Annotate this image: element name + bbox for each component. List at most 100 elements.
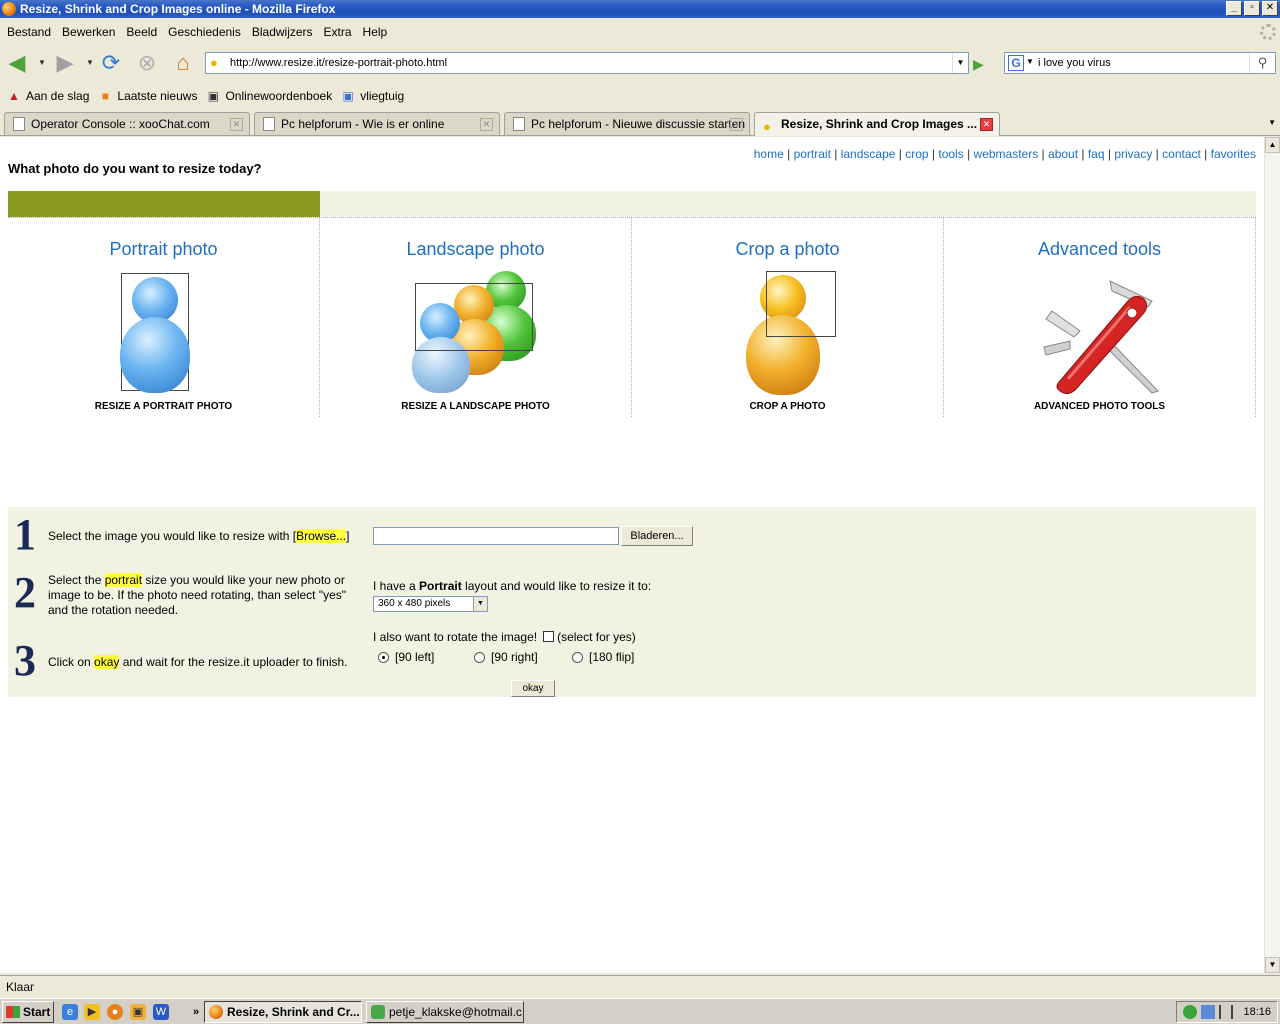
chevron-down-icon[interactable]: ▼ (473, 597, 487, 611)
menu-geschiedenis[interactable]: Geschiedenis (165, 25, 249, 39)
forward-history-dropdown-icon[interactable]: ▼ (86, 58, 94, 67)
internet-explorer-icon[interactable]: e (62, 1004, 78, 1020)
file-path-input[interactable] (373, 527, 619, 545)
taskbar-item-messenger[interactable]: petje_klakske@hotmail.c... (366, 1001, 524, 1023)
bookmark-aan-de-slag[interactable]: ▲ Aan de slag (6, 89, 89, 103)
category-portrait[interactable]: Portrait photo RESIZE A PORTRAIT PHOTO (8, 217, 320, 417)
link-faq[interactable]: faq (1088, 147, 1105, 161)
link-privacy[interactable]: privacy (1114, 147, 1152, 161)
link-tools[interactable]: tools (938, 147, 963, 161)
category-portrait-caption[interactable]: RESIZE A PORTRAIT PHOTO (8, 401, 319, 412)
category-crop[interactable]: Crop a photo CROP A PHOTO (632, 217, 944, 417)
link-crop[interactable]: crop (905, 147, 928, 161)
rotate-label: I also want to rotate the image! (select … (373, 630, 636, 644)
status-text: Klaar (6, 980, 35, 994)
category-landscape-title[interactable]: Landscape photo (320, 239, 631, 260)
portrait-person-icon[interactable] (8, 271, 319, 399)
home-icon[interactable]: ⌂ (170, 50, 196, 76)
tab-pc-helpforum-discussie[interactable]: Pc helpforum - Nieuwe discussie starten … (504, 112, 750, 135)
menu-bladwijzers[interactable]: Bladwijzers (249, 25, 321, 39)
scroll-down-icon[interactable]: ▼ (1265, 957, 1280, 973)
address-dropdown-icon[interactable]: ▼ (952, 53, 968, 73)
google-engine-icon[interactable]: G (1008, 55, 1024, 71)
category-advanced-tools-title[interactable]: Advanced tools (944, 239, 1255, 260)
tab-bar: Operator Console :: xooChat.com ✕ Pc hel… (0, 110, 1280, 136)
network-tray-icon[interactable] (1201, 1005, 1215, 1019)
address-url[interactable]: http://www.resize.it/resize-portrait-pho… (230, 53, 447, 73)
scroll-up-icon[interactable]: ▲ (1265, 137, 1280, 153)
close-button[interactable]: ✕ (1262, 1, 1278, 16)
restore-button[interactable]: ▫ (1244, 1, 1260, 16)
search-input[interactable]: i love you virus (1038, 53, 1111, 73)
menu-bewerken[interactable]: Bewerken (59, 25, 123, 39)
go-arrow-icon[interactable]: ▶ (973, 56, 984, 73)
okay-button[interactable]: okay (511, 680, 555, 697)
link-landscape[interactable]: landscape (841, 147, 896, 161)
category-crop-title[interactable]: Crop a photo (632, 239, 943, 260)
link-favorites[interactable]: favorites (1211, 147, 1256, 161)
calendar-quicklaunch-icon[interactable]: ▣ (130, 1004, 146, 1020)
link-portrait[interactable]: portrait (794, 147, 831, 161)
radio-180-flip[interactable]: [180 flip] (572, 650, 634, 664)
selected-category-indicator (8, 191, 320, 217)
tab-close-icon[interactable]: ✕ (980, 118, 993, 131)
link-about[interactable]: about (1048, 147, 1078, 161)
search-magnifier-icon[interactable]: ⚲ (1249, 53, 1275, 73)
bookmark-vliegtuig[interactable]: ▣ vliegtuig (340, 89, 405, 103)
stop-icon[interactable]: ⊗ (134, 50, 160, 76)
bookmark-laatste-nieuws[interactable]: ■ Laatste nieuws (97, 89, 198, 103)
tab-pc-helpforum-online[interactable]: Pc helpforum - Wie is er online ✕ (254, 112, 500, 135)
word-icon[interactable]: W (153, 1004, 169, 1020)
category-landscape[interactable]: Landscape photo RESIZE A LANDSCAPE PHOTO (320, 217, 632, 417)
link-webmasters[interactable]: webmasters (974, 147, 1039, 161)
tab-operator-console[interactable]: Operator Console :: xooChat.com ✕ (4, 112, 250, 135)
search-engine-dropdown-icon[interactable]: ▼ (1026, 57, 1034, 66)
category-advanced-tools-caption[interactable]: ADVANCED PHOTO TOOLS (944, 401, 1255, 412)
size-select[interactable]: 360 x 480 pixels ▼ (373, 596, 488, 612)
menu-extra[interactable]: Extra (321, 25, 360, 39)
forward-arrow-icon[interactable]: ▶ (52, 50, 78, 76)
radio-button-selected[interactable] (378, 651, 389, 663)
vertical-scrollbar[interactable]: ▲ ▼ (1264, 137, 1280, 973)
rotate-checkbox[interactable] (543, 631, 555, 642)
back-arrow-icon[interactable]: ◀ (4, 50, 30, 76)
tab-resize-active[interactable]: ● Resize, Shrink and Crop Images ... ✕ (754, 112, 1000, 136)
link-contact[interactable]: contact (1162, 147, 1201, 161)
address-bar[interactable]: ● http://www.resize.it/resize-portrait-p… (205, 52, 969, 74)
radio-button[interactable] (572, 651, 583, 663)
tab-list-dropdown-icon[interactable]: ▼ (1268, 118, 1276, 127)
start-button[interactable]: Start (2, 1001, 54, 1023)
quicklaunch-more-icon[interactable]: » (188, 1004, 204, 1020)
swiss-army-knife-icon[interactable] (944, 271, 1255, 399)
search-bar[interactable]: G ▼ i love you virus ⚲ (1004, 52, 1276, 74)
tab-close-icon[interactable]: ✕ (230, 118, 243, 131)
tab-close-icon[interactable]: ✕ (730, 118, 743, 131)
menu-bestand[interactable]: Bestand (4, 25, 59, 39)
media-player-icon[interactable]: ▶ (84, 1004, 100, 1020)
radio-90-right[interactable]: [90 right] (474, 650, 538, 664)
category-landscape-caption[interactable]: RESIZE A LANDSCAPE PHOTO (320, 401, 631, 412)
page-viewport: What photo do you want to resize today? … (0, 137, 1264, 973)
menu-help[interactable]: Help (360, 25, 396, 39)
minimize-button[interactable]: _ (1226, 1, 1242, 16)
back-history-dropdown-icon[interactable]: ▼ (38, 58, 46, 67)
reload-icon[interactable]: ⟳ (98, 50, 124, 76)
browse-button[interactable]: Bladeren... (621, 526, 693, 546)
webpage-icon: ▣ (342, 89, 354, 103)
menu-beeld[interactable]: Beeld (123, 25, 165, 39)
volume-tray-icon[interactable] (1219, 1005, 1233, 1019)
firefox-quicklaunch-icon[interactable]: ● (107, 1004, 123, 1020)
taskbar-item-firefox[interactable]: Resize, Shrink and Cr... (204, 1001, 362, 1023)
radio-90-left[interactable]: [90 left] (378, 650, 434, 664)
messenger-tray-icon[interactable] (1183, 1005, 1197, 1019)
bookmark-onlinewoordenboek[interactable]: ▣ Onlinewoordenboek (205, 89, 332, 103)
category-crop-caption[interactable]: CROP A PHOTO (632, 401, 943, 412)
link-home[interactable]: home (754, 147, 784, 161)
category-portrait-title[interactable]: Portrait photo (8, 239, 319, 260)
tab-close-icon[interactable]: ✕ (480, 118, 493, 131)
throbber-icon (1260, 24, 1276, 40)
landscape-group-icon[interactable] (320, 271, 631, 399)
category-advanced-tools[interactable]: Advanced tools ADVANCED PHOTO TOOLS (944, 217, 1256, 417)
radio-button[interactable] (474, 651, 485, 663)
crop-person-icon[interactable] (632, 271, 943, 399)
